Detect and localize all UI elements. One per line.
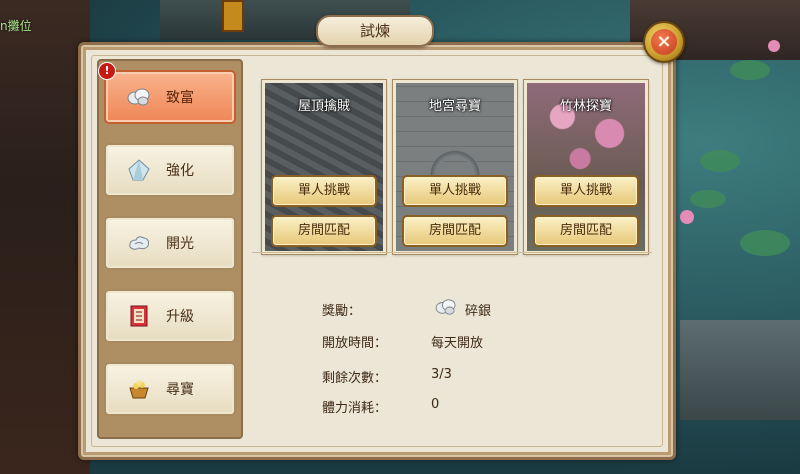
- single-challenge-button[interactable]: 單人挑戰: [271, 175, 377, 207]
- tab-label: 開光: [166, 236, 194, 252]
- silver-ingot-icon: [126, 84, 152, 110]
- close-button[interactable]: ×: [643, 21, 685, 63]
- open-time-value: 每天開放: [431, 336, 484, 351]
- location-label: n攤位: [0, 19, 32, 33]
- tab-label: 強化: [166, 163, 194, 179]
- challenge-card-rooftop: 屋頂擒賊 單人挑戰 房間匹配: [261, 79, 387, 255]
- tab-label: 尋寶: [166, 382, 194, 398]
- tab-zhifu[interactable]: 致富: [104, 70, 236, 124]
- remaining-value: 3/3: [431, 367, 452, 382]
- cloud-swirl-icon: [126, 230, 152, 256]
- open-time-label: 開放時間：: [322, 336, 388, 351]
- challenge-name: 屋頂擒賊: [297, 99, 350, 114]
- single-challenge-button[interactable]: 單人挑戰: [533, 175, 639, 207]
- reward-value: 碎銀: [465, 304, 492, 319]
- scroll-book-icon: [126, 303, 152, 329]
- room-match-button[interactable]: 房間匹配: [402, 215, 508, 247]
- tab-kaiguang[interactable]: 開光: [104, 216, 236, 270]
- reward-label: 獎勵：: [322, 304, 362, 319]
- silver-ingot-icon: [435, 298, 457, 316]
- lily-pad: [740, 230, 790, 256]
- lotus-flower: [768, 40, 780, 52]
- tab-xunbao[interactable]: 尋寶: [104, 362, 236, 416]
- room-match-button[interactable]: 房間匹配: [533, 215, 639, 247]
- stamina-value: 0: [431, 397, 440, 412]
- room-match-button[interactable]: 房間匹配: [271, 215, 377, 247]
- alert-badge: !: [98, 62, 116, 80]
- lotus-flower: [680, 210, 694, 224]
- treasure-bowl-icon: [126, 376, 152, 402]
- lily-pad: [700, 150, 740, 172]
- lantern-banner: [222, 0, 244, 32]
- challenge-name: 地宮尋寶: [428, 99, 481, 114]
- section-divider: [252, 252, 652, 253]
- left-building-roof: [0, 0, 90, 474]
- lily-pad: [690, 190, 726, 208]
- close-icon: ×: [651, 29, 677, 55]
- window-title: 試煉: [316, 15, 434, 47]
- tab-qianghua[interactable]: 強化: [104, 143, 236, 197]
- tab-label: 升級: [166, 309, 194, 325]
- remaining-label: 剩餘次數：: [322, 371, 388, 386]
- tab-label: 致富: [166, 90, 194, 106]
- stamina-label: 體力消耗：: [322, 401, 388, 416]
- tab-shengji[interactable]: 升級: [104, 289, 236, 343]
- lily-pad: [730, 60, 770, 80]
- challenge-card-bamboo: 竹林探寶 單人挑戰 房間匹配: [523, 79, 649, 255]
- challenge-card-palace: 地宮尋寶 單人挑戰 房間匹配: [392, 79, 518, 255]
- stone-bridge: [680, 320, 800, 420]
- single-challenge-button[interactable]: 單人挑戰: [402, 175, 508, 207]
- crystal-icon: [126, 157, 152, 183]
- challenge-name: 竹林探寶: [559, 99, 612, 114]
